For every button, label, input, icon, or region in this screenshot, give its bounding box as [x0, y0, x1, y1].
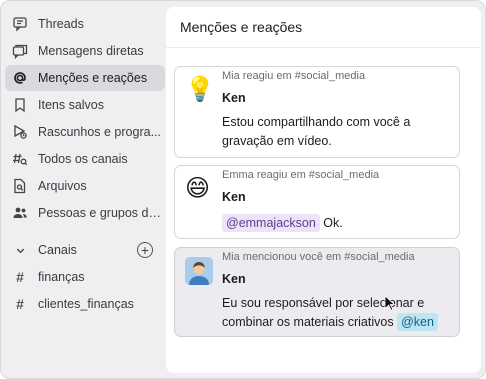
main-panel: Menções e reações 💡 Mia reagiu em #socia…: [166, 7, 481, 373]
sidebar-item-label: Mensagens diretas: [38, 44, 144, 58]
sidebar-item-people-groups[interactable]: Pessoas e grupos de...: [5, 200, 165, 226]
sidebar-item-label: Threads: [38, 17, 84, 31]
threads-icon: [11, 15, 29, 33]
hash-icon: #: [16, 269, 24, 285]
message-line: gravação em vídeo.: [222, 134, 332, 148]
activity-card[interactable]: 😄 Emma reagiu em #social_media Ken @emma…: [174, 165, 460, 239]
sidebar-item-channel-financas[interactable]: # finanças: [5, 264, 165, 290]
activity-card[interactable]: 💡 Mia reagiu em #social_media Ken Estou …: [174, 66, 460, 158]
message-author: Ken: [222, 272, 246, 286]
user-mention[interactable]: @emmajackson: [222, 214, 320, 232]
activity-meta: Mia reagiu em #social_media: [222, 70, 366, 82]
plus-icon: +: [140, 242, 150, 258]
channel-label: clientes_finanças: [38, 297, 134, 311]
sidebar-item-label: Todos os canais: [38, 152, 128, 166]
sidebar-item-label: Pessoas e grupos de...: [38, 206, 162, 220]
lightbulb-icon: 💡: [185, 76, 215, 103]
message-line: Estou compartilhando com você a: [222, 115, 411, 129]
message-author: Ken: [222, 190, 246, 204]
hash-icon: #: [16, 296, 24, 312]
sidebar-item-channel-clientes-financas[interactable]: # clientes_finanças: [5, 291, 165, 317]
add-channel-button[interactable]: +: [137, 242, 153, 258]
sidebar-item-mentions-reactions[interactable]: Menções e reações: [5, 65, 165, 91]
message-text: Estou compartilhando com você a gravação…: [222, 113, 454, 151]
sidebar-item-all-channels[interactable]: Todos os canais: [5, 146, 165, 172]
sidebar-item-files[interactable]: Arquivos: [5, 173, 165, 199]
sidebar-item-direct-messages[interactable]: Mensagens diretas: [5, 38, 165, 64]
bookmark-icon: [11, 96, 29, 114]
sidebar-item-saved-items[interactable]: Itens salvos: [5, 92, 165, 118]
sidebar-item-label: Rascunhos e progra...: [38, 125, 161, 139]
sidebar-item-label: Menções e reações: [38, 71, 148, 85]
files-icon: [11, 177, 29, 195]
message-author: Ken: [222, 91, 246, 105]
divider: [166, 47, 481, 48]
sidebar-item-drafts[interactable]: Rascunhos e progra...: [5, 119, 165, 145]
channel-search-icon: [11, 150, 29, 168]
direct-messages-icon: [11, 42, 29, 60]
sidebar: Threads Mensagens diretas Menções e reaç…: [1, 1, 166, 378]
grinning-face-icon: 😄: [185, 175, 211, 202]
avatar: [185, 257, 213, 285]
message-text: Eu sou responsável por selecionar e comb…: [222, 294, 454, 332]
app-window: Threads Mensagens diretas Menções e reaç…: [0, 0, 486, 379]
sidebar-item-threads[interactable]: Threads: [5, 11, 165, 37]
page-title: Menções e reações: [180, 19, 303, 35]
activity-card[interactable]: Mia mencionou você em #social_media Ken …: [174, 247, 460, 337]
people-icon: [11, 204, 29, 222]
channels-label: Canais: [38, 243, 77, 257]
drafts-icon: [11, 123, 29, 141]
user-mention[interactable]: @ken: [397, 313, 438, 331]
chevron-down-icon: [11, 245, 29, 256]
at-sign-icon: [11, 69, 29, 87]
message-line: Ok.: [319, 216, 343, 230]
message-line: combinar os materiais criativos: [222, 315, 394, 329]
channel-label: finanças: [38, 270, 85, 284]
activity-meta: Emma reagiu em #social_media: [222, 169, 380, 181]
mouse-cursor-icon: [384, 295, 396, 311]
sidebar-item-label: Itens salvos: [38, 98, 105, 112]
sidebar-item-label: Arquivos: [38, 179, 87, 193]
message-text: @emmajackson Ok.: [222, 214, 454, 233]
activity-meta: Mia mencionou você em #social_media: [222, 251, 415, 263]
